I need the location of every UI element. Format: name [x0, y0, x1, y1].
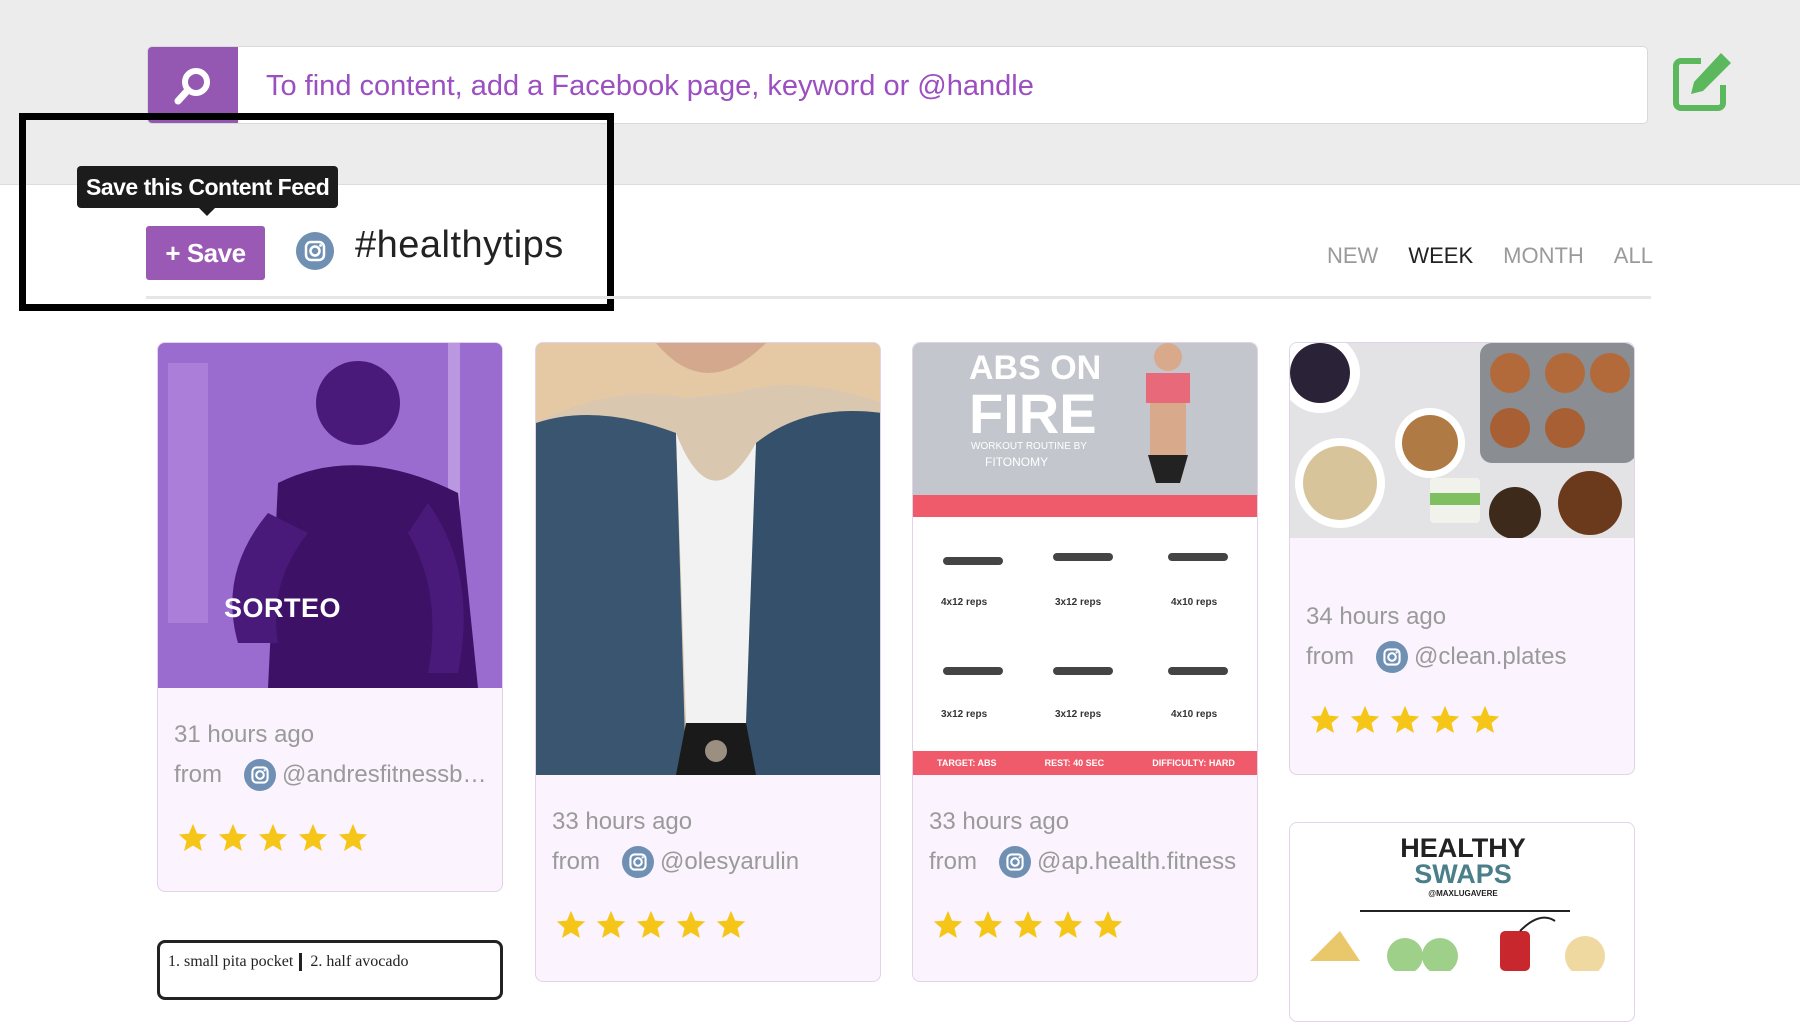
star-icon[interactable]	[1011, 908, 1045, 942]
star-rating[interactable]	[554, 908, 748, 942]
star-icon[interactable]	[1428, 703, 1462, 737]
from-label: from	[929, 848, 977, 875]
star-icon[interactable]	[216, 821, 250, 855]
abs-rest: REST: 40 SEC	[1044, 758, 1105, 768]
star-icon[interactable]	[931, 908, 965, 942]
card-source: from @andresfitnessbo...	[174, 759, 492, 791]
star-icon[interactable]	[1388, 703, 1422, 737]
abs-model-figure	[1146, 343, 1190, 483]
abs-footer: TARGET: ABS REST: 40 SEC DIFFICULTY: HAR…	[913, 751, 1257, 775]
swaps-title-line2: SWAPS	[1414, 859, 1512, 889]
star-rating[interactable]	[1308, 703, 1502, 737]
star-icon[interactable]	[296, 821, 330, 855]
card-image-text: SORTEO	[224, 593, 342, 623]
search-input[interactable]	[266, 47, 1626, 123]
from-label: from	[174, 761, 222, 788]
instagram-icon	[244, 759, 276, 791]
abs-target: TARGET: ABS	[937, 758, 997, 768]
abs-header: ABS ON FIRE WORKOUT ROUTINE BY FITONOMY	[913, 343, 1257, 495]
rep-label-2: 4x10 reps	[1171, 597, 1218, 608]
time-filter-tabs: NEW WEEK MONTH ALL	[1327, 243, 1653, 269]
card-handle[interactable]: @olesyarulin	[660, 848, 799, 876]
card-time: 31 hours ago	[174, 721, 315, 748]
star-icon[interactable]	[1468, 703, 1502, 737]
tab-all[interactable]: ALL	[1614, 243, 1653, 269]
card-source: from @ap.health.fitness	[929, 846, 1236, 878]
star-icon[interactable]	[714, 908, 748, 942]
rep-label-5: 4x10 reps	[1171, 709, 1218, 720]
tab-week[interactable]: WEEK	[1408, 243, 1473, 269]
star-icon[interactable]	[176, 821, 210, 855]
star-icon[interactable]	[1051, 908, 1085, 942]
card-handle[interactable]: @andresfitnessbo...	[282, 761, 492, 789]
card-image: SORTEO	[158, 343, 502, 688]
instagram-icon	[1376, 641, 1408, 673]
abs-title-line2: FIRE	[969, 382, 1097, 445]
tooltip-arrow	[198, 207, 216, 216]
top-bar	[0, 0, 1800, 185]
rep-label-0: 4x12 reps	[941, 597, 988, 608]
gym-photo-illustration	[158, 343, 502, 688]
card-image: ABS ON FIRE WORKOUT ROUTINE BY FITONOMY …	[913, 343, 1257, 775]
star-icon[interactable]	[1348, 703, 1382, 737]
content-card[interactable]: SORTEO 31 hours ago from @andresfitnessb…	[157, 342, 503, 892]
rep-label-3: 3x12 reps	[941, 709, 988, 720]
card-time: 33 hours ago	[552, 808, 693, 835]
star-icon[interactable]	[336, 821, 370, 855]
rep-label-4: 3x12 reps	[1055, 709, 1102, 720]
denim-jacket-photo	[536, 343, 880, 775]
content-card[interactable]: 1. small pita pocket 2. half avocado	[157, 940, 503, 1000]
instagram-icon	[999, 846, 1031, 878]
search-button[interactable]	[148, 47, 238, 123]
content-card[interactable]: ABS ON FIRE WORKOUT ROUTINE BY FITONOMY …	[912, 342, 1258, 982]
feed-title: #healthytips	[355, 224, 564, 266]
tab-month[interactable]: MONTH	[1503, 243, 1584, 269]
card-source: from @clean.plates	[1306, 641, 1566, 673]
search-icon	[174, 68, 210, 105]
card-handle[interactable]: @clean.plates	[1414, 643, 1566, 671]
card-image-text: 1. small pita pocket 2. half avocado	[168, 953, 409, 971]
swaps-handle: @MAXLUGAVERE	[1428, 889, 1498, 898]
card-source: from @olesyarulin	[552, 846, 799, 878]
card-time: 34 hours ago	[1306, 603, 1447, 630]
abs-red-band	[913, 495, 1257, 517]
content-card[interactable]: 34 hours ago from @clean.plates	[1289, 342, 1635, 775]
star-icon[interactable]	[256, 821, 290, 855]
compose-icon	[1673, 53, 1731, 111]
content-card[interactable]: 33 hours ago from @olesyarulin	[535, 342, 881, 982]
tab-new[interactable]: NEW	[1327, 243, 1378, 269]
exercise-grid: 4x12 reps 3x12 reps 4x10 reps 3x12 reps 3x1…	[941, 553, 1228, 720]
star-icon[interactable]	[1091, 908, 1125, 942]
abs-brand: FITONOMY	[985, 455, 1049, 469]
food-photo	[1290, 343, 1634, 539]
instagram-icon	[296, 232, 334, 270]
rep-label-1: 3x12 reps	[1055, 597, 1102, 608]
star-icon[interactable]	[971, 908, 1005, 942]
star-rating[interactable]	[176, 821, 370, 855]
star-icon[interactable]	[634, 908, 668, 942]
star-rating[interactable]	[931, 908, 1125, 942]
header-divider	[146, 296, 1651, 299]
card-image	[536, 343, 880, 775]
abs-subtitle: WORKOUT ROUTINE BY	[971, 441, 1087, 452]
content-card[interactable]: HEALTHY SWAPS @MAXLUGAVERE	[1289, 822, 1635, 1022]
swaps-illustration	[1310, 910, 1605, 971]
instagram-icon	[622, 846, 654, 878]
from-label: from	[552, 848, 600, 875]
card-time: 33 hours ago	[929, 808, 1070, 835]
star-icon[interactable]	[594, 908, 628, 942]
star-icon[interactable]	[554, 908, 588, 942]
search-box	[147, 46, 1648, 124]
save-feed-button[interactable]: + Save	[146, 226, 265, 280]
star-icon[interactable]	[1308, 703, 1342, 737]
compose-button[interactable]	[1666, 46, 1738, 118]
from-label: from	[1306, 643, 1354, 670]
save-feed-tooltip: Save this Content Feed	[77, 166, 339, 208]
star-icon[interactable]	[674, 908, 708, 942]
card-image	[1290, 343, 1634, 539]
abs-difficulty: DIFFICULTY: HARD	[1152, 758, 1235, 768]
card-handle[interactable]: @ap.health.fitness	[1037, 848, 1236, 876]
